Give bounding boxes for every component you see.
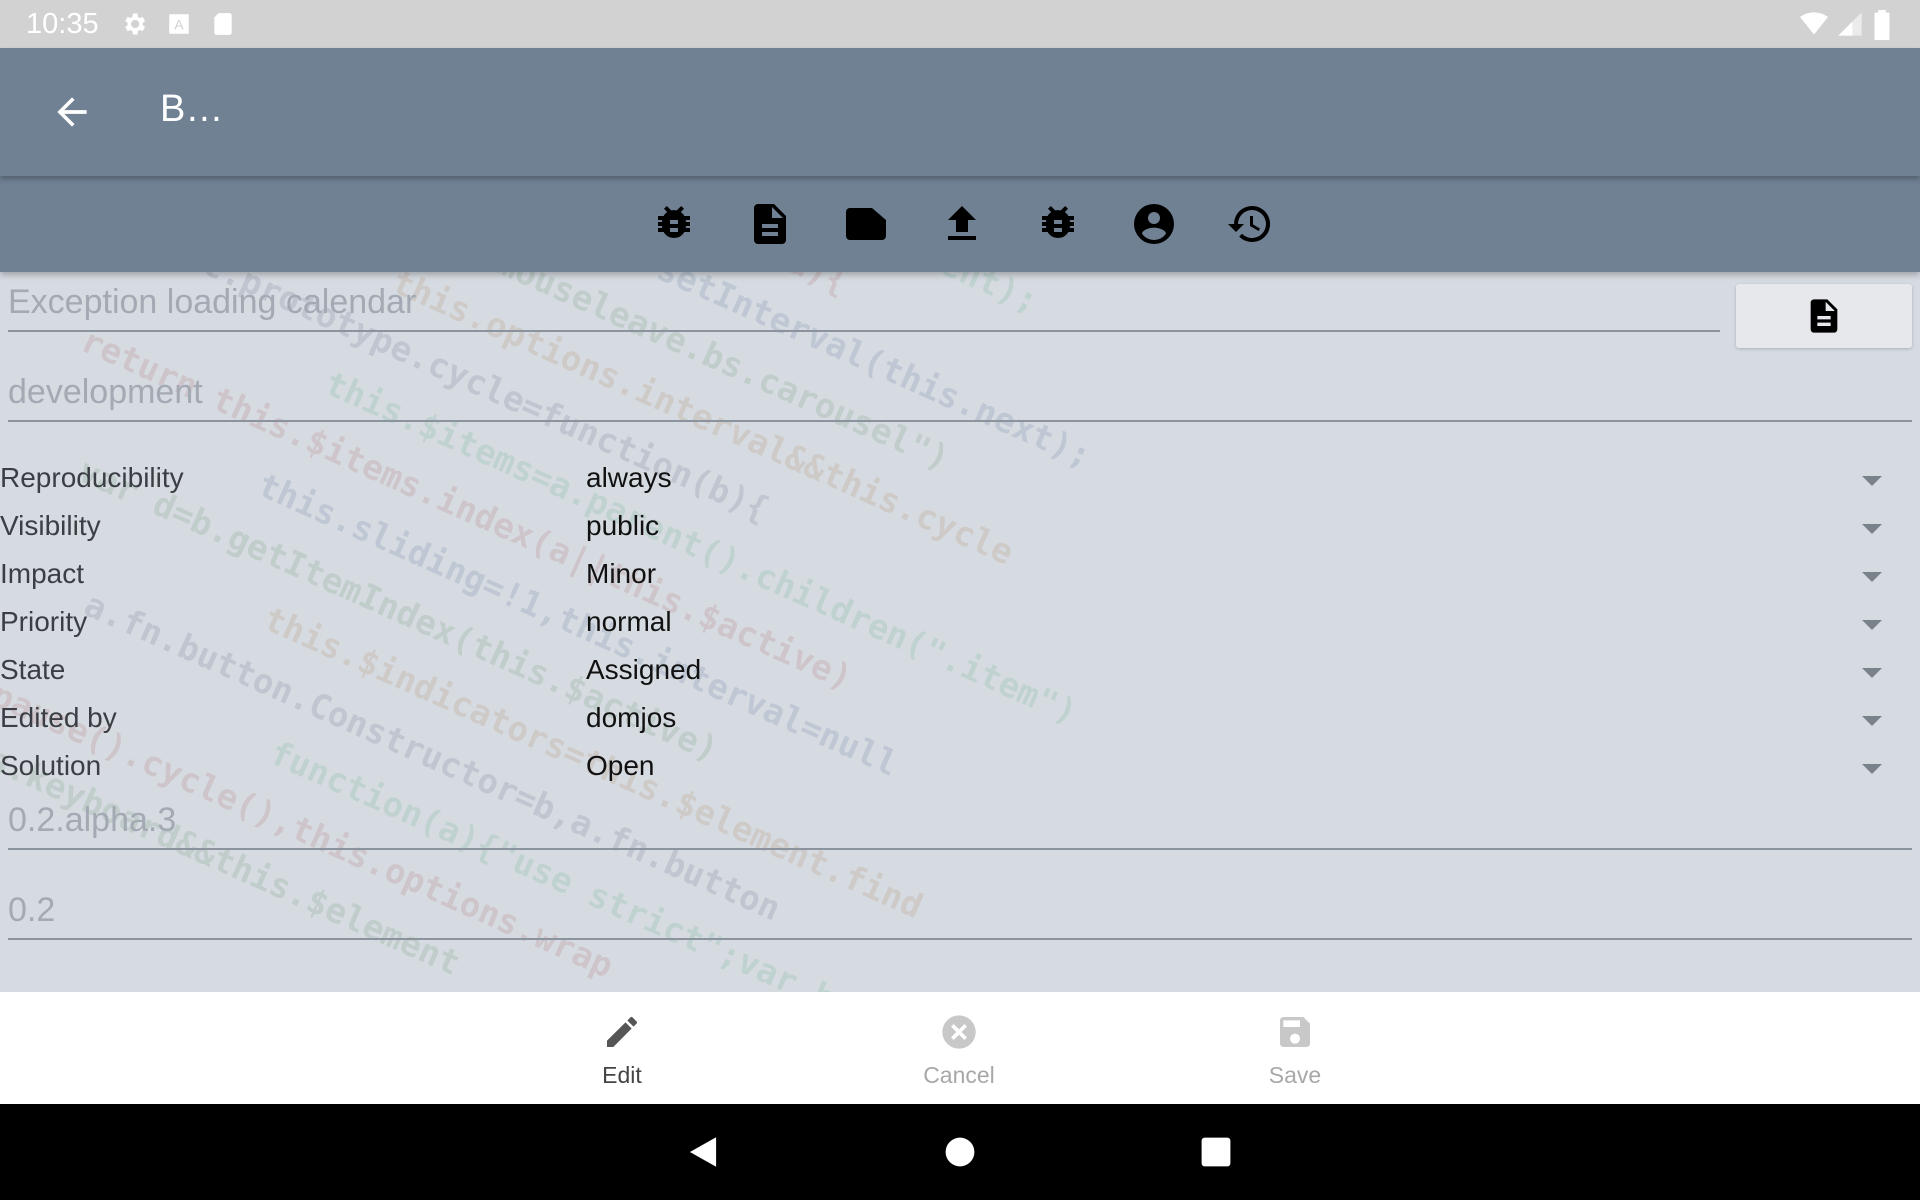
version-field[interactable]: 0.2.alpha.3 [8,790,1912,850]
edited-by-value: domjos [586,702,677,733]
tab-label-tag-icon[interactable] [842,200,890,248]
tab-upload-icon[interactable] [938,200,986,248]
dropdown-arrow-icon [1862,524,1882,534]
save-button[interactable]: Save [1220,992,1370,1104]
sd-card-icon [210,10,236,42]
tab-account-circle-icon[interactable] [1130,200,1178,248]
app-bar: B… [0,48,1920,176]
status-bar: 10:35 A [0,0,1920,48]
bottom-action-bar: Edit Cancel Save [0,992,1920,1104]
impact-value: Minor [586,558,657,589]
edited-by-label: Edited by [0,702,117,733]
wifi-icon [1798,10,1830,42]
edit-button[interactable]: Edit [547,992,697,1104]
tab-bug-icon-2[interactable] [1034,200,1082,248]
summary-field-value: Exception loading calendar [8,283,417,321]
reproducibility-spinner[interactable]: Reproducibility always [0,456,1920,504]
save-floppy-icon [1275,1012,1315,1052]
target-version-field-value: 0.2 [8,891,56,929]
visibility-value: public [586,510,660,541]
cancel-circle-icon [939,1012,979,1052]
version-field-value: 0.2.alpha.3 [8,801,177,839]
state-spinner[interactable]: State Assigned [0,648,1920,696]
document-icon [1810,299,1838,333]
font-a-icon: A [166,10,192,42]
nav-recents-icon[interactable] [1200,1136,1232,1172]
dropdown-arrow-icon [1862,716,1882,726]
solution-value: Open [586,750,655,781]
tab-bar [0,176,1920,272]
reproducibility-value: always [586,462,672,493]
state-value: Assigned [586,654,702,685]
target-version-field[interactable]: 0.2 [8,880,1912,940]
solution-spinner[interactable]: Solution Open [0,744,1920,792]
reproducibility-label: Reproducibility [0,462,184,493]
tab-history-icon[interactable] [1226,200,1274,248]
page-title: B… [160,88,224,130]
edited-by-spinner[interactable]: Edited by domjos [0,696,1920,744]
gear-icon [120,10,148,42]
priority-label: Priority [0,606,88,637]
nav-home-icon[interactable] [944,1136,976,1172]
impact-label: Impact [0,558,85,589]
system-nav-bar [0,1104,1920,1200]
dropdown-arrow-icon [1862,764,1882,774]
signal-icon [1836,10,1864,42]
cancel-button[interactable]: Cancel [884,992,1034,1104]
battery-icon [1870,10,1894,44]
dropdown-arrow-icon [1862,620,1882,630]
solution-label: Solution [0,750,102,781]
dropdown-arrow-icon [1862,476,1882,486]
category-field[interactable]: development [8,362,1912,422]
edit-label: Edit [602,1062,642,1088]
visibility-spinner[interactable]: Visibility public [0,504,1920,552]
category-field-value: development [8,373,203,411]
save-label: Save [1268,1062,1322,1088]
summary-field[interactable]: Exception loading calendar [8,272,1720,332]
tab-bug-icon[interactable] [650,200,698,248]
nav-back-icon[interactable] [686,1134,720,1174]
svg-text:A: A [174,16,184,32]
dropdown-arrow-icon [1862,572,1882,582]
note-button[interactable] [1736,284,1912,348]
tab-document-icon[interactable] [746,200,794,248]
visibility-label: Visibility [0,510,101,541]
cancel-label: Cancel [923,1062,995,1088]
impact-spinner[interactable]: Impact Minor [0,552,1920,600]
bug-detail-content: this.$element.trigger(slideEvent); proto… [0,272,1920,992]
priority-value: normal [586,606,672,637]
status-time: 10:35 [26,8,99,40]
pencil-icon [602,1012,642,1052]
dropdown-arrow-icon [1862,668,1882,678]
priority-spinner[interactable]: Priority normal [0,600,1920,648]
arrow-back-icon[interactable] [50,90,94,134]
state-label: State [0,654,66,685]
